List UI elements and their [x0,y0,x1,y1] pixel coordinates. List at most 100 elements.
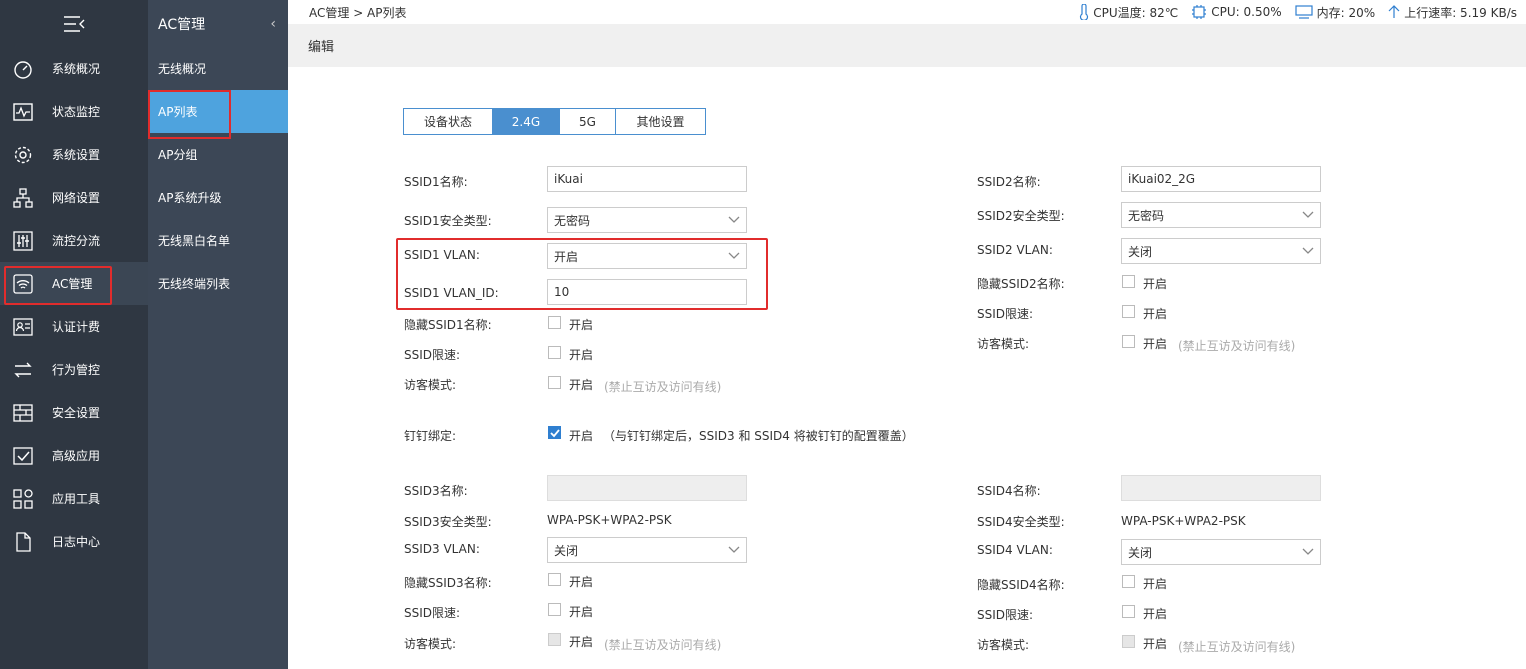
sidebar-item-overview[interactable]: 系统概况 [0,47,148,90]
submenu-item-label: AP列表 [158,105,198,119]
ssid2-limit-checkbox[interactable] [1122,305,1135,318]
menu-toggle-button[interactable] [0,0,148,47]
sidebar-item-monitor[interactable]: 状态监控 [0,90,148,133]
submenu-item-label: 无线终端列表 [158,277,231,291]
select-value: 无密码 [1128,208,1165,223]
ssid4-vlan-select[interactable]: 关闭 [1121,539,1321,565]
ssid4-name-label: SSID4名称: [977,484,1041,498]
ssid1-vlan-select[interactable]: 开启 [547,243,747,269]
input-value: 10 [554,285,570,299]
ssid3-vlan-select[interactable]: 关闭 [547,537,747,563]
select-value: 无密码 [554,213,591,228]
ssid2-guest-on-label: 开启 [1143,337,1168,351]
document-icon [12,531,34,553]
tab-5g[interactable]: 5G [560,109,616,134]
ssid1-limit-checkbox[interactable] [548,346,561,359]
thermometer-icon [1080,4,1089,20]
sidebar-item-behavior[interactable]: 行为管控 [0,348,148,391]
input-value: iKuai [554,172,583,186]
sidebar-item-ac-management[interactable]: AC管理 [0,262,148,305]
sidebar-item-label: 应用工具 [52,492,101,506]
sliders-icon [12,230,34,252]
tab-other-settings[interactable]: 其他设置 [616,109,705,134]
ssid4-limit-checkbox[interactable] [1122,605,1135,618]
ssid3-security-value: WPA-PSK+WPA2-PSK [547,513,672,527]
chevron-down-icon [728,546,740,553]
tab-label: 2.4G [511,114,541,129]
main-sidebar: 系统概况 状态监控 系统设置 网络设置 流控分流 AC管理 认证计费 行为管控 … [0,0,148,669]
hide-ssid4-checkbox[interactable] [1122,575,1135,588]
sidebar-item-label: 安全设置 [52,406,101,420]
ssid3-guest-label: 访客模式: [404,637,457,651]
submenu-item-label: 无线黑白名单 [158,234,231,248]
chevron-down-icon [728,216,740,223]
ssid1-guest-checkbox[interactable] [548,376,561,389]
submenu-item-wireless-overview[interactable]: 无线概况 [148,47,288,90]
ssid3-guest-checkbox[interactable] [548,633,561,646]
submenu-item-blackwhite-list[interactable]: 无线黑白名单 [148,219,288,262]
hide-ssid1-checkbox[interactable] [548,316,561,329]
ssid3-guest-hint: (禁止互访及访问有线) [604,638,722,652]
ssid2-security-select[interactable]: 无密码 [1121,202,1321,228]
chevron-left-icon[interactable]: ‹ [270,16,276,32]
chevron-down-icon [1302,247,1314,254]
check-board-icon [12,445,34,467]
ssid2-vlan-label: SSID2 VLAN: [977,243,1053,257]
submenu-item-label: AP分组 [158,148,198,162]
dashboard-icon [12,58,34,80]
submenu-item-ap-list[interactable]: AP列表 [148,90,288,139]
sidebar-item-auth-billing[interactable]: 认证计费 [0,305,148,348]
ssid3-limit-on-label: 开启 [569,605,594,619]
hide-ssid2-on-label: 开启 [1143,277,1168,291]
sidebar-item-network[interactable]: 网络设置 [0,176,148,219]
ssid4-name-input[interactable] [1121,475,1321,501]
tab-device-status[interactable]: 设备状态 [404,109,493,134]
hide-ssid2-checkbox[interactable] [1122,275,1135,288]
sidebar-item-tools[interactable]: 应用工具 [0,477,148,520]
ssid1-name-input[interactable]: iKuai [547,166,747,192]
tab-2-4g[interactable]: 2.4G [493,109,560,134]
submenu-item-ap-upgrade[interactable]: AP系统升级 [148,176,288,219]
sidebar-item-label: 日志中心 [52,535,101,549]
ssid4-security-value: WPA-PSK+WPA2-PSK [1121,514,1246,528]
chevron-down-icon [728,252,740,259]
ssid2-vlan-select[interactable]: 关闭 [1121,238,1321,264]
sidebar-item-security[interactable]: 安全设置 [0,391,148,434]
ssid3-name-input[interactable] [547,475,747,501]
dingtalk-on-label: 开启 [569,429,594,443]
ssid4-vlan-label: SSID4 VLAN: [977,543,1053,557]
submenu-item-terminal-list[interactable]: 无线终端列表 [148,262,288,305]
submenu-item-label: AP系统升级 [158,191,222,205]
cpu-temp-value: CPU温度: 82℃ [1093,5,1179,20]
checkmark-icon [550,429,560,438]
ssid1-security-select[interactable]: 无密码 [547,207,747,233]
hide-ssid1-on-label: 开启 [569,318,594,332]
submenu-item-ap-group[interactable]: AP分组 [148,133,288,176]
sidebar-item-label: 流控分流 [52,234,101,248]
ssid2-guest-label: 访客模式: [977,337,1030,351]
ssid2-guest-checkbox[interactable] [1122,335,1135,348]
sidebar-item-label: 系统概况 [52,62,101,76]
dingtalk-checkbox[interactable] [548,426,561,439]
ssid2-name-input[interactable]: iKuai02_2G [1121,166,1321,192]
hide-ssid3-on-label: 开启 [569,575,594,589]
cpu-stat: CPU: 0.50% [1191,4,1282,20]
hide-ssid4-label: 隐藏SSID4名称: [977,578,1065,592]
sidebar-item-traffic[interactable]: 流控分流 [0,219,148,262]
ssid3-security-label: SSID3安全类型: [404,515,492,529]
chip-icon [1192,5,1207,19]
ssid3-limit-checkbox[interactable] [548,603,561,616]
sidebar-item-system-settings[interactable]: 系统设置 [0,133,148,176]
sidebar-item-logs[interactable]: 日志中心 [0,520,148,563]
ssid4-guest-hint: (禁止互访及访问有线) [1178,640,1296,654]
ssid3-vlan-label: SSID3 VLAN: [404,542,480,556]
tab-label: 其他设置 [636,115,685,129]
breadcrumb: AC管理 > AP列表 [309,5,407,20]
ssid1-vlan-id-input[interactable]: 10 [547,279,747,305]
hide-ssid3-checkbox[interactable] [548,573,561,586]
gear-icon [12,144,34,166]
ssid4-guest-checkbox[interactable] [1122,635,1135,648]
sidebar-item-advanced[interactable]: 高级应用 [0,434,148,477]
hide-ssid4-on-label: 开启 [1143,577,1168,591]
ssid2-guest-hint: (禁止互访及访问有线) [1178,339,1296,353]
